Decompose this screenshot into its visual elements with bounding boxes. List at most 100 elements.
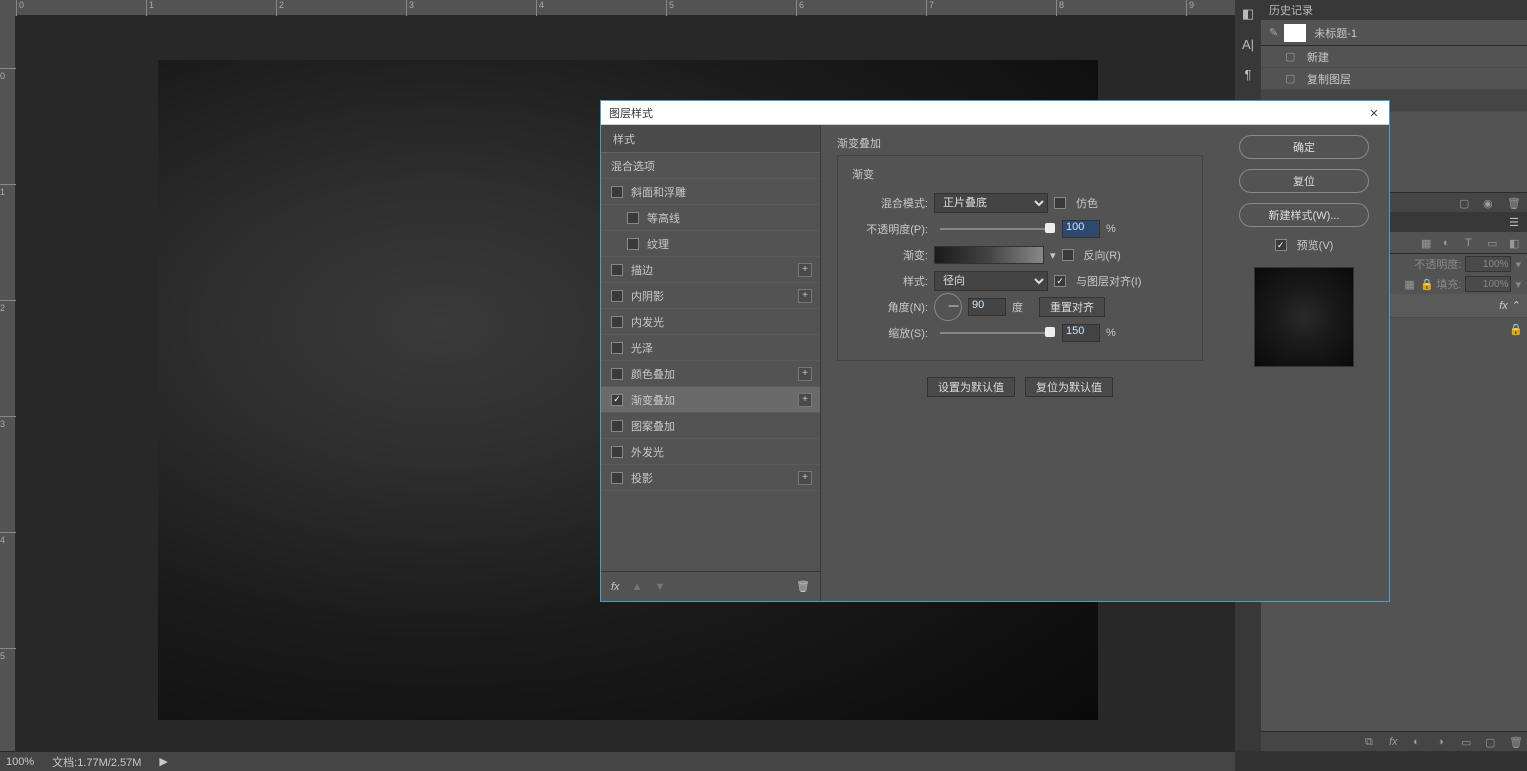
style-row-10[interactable]: 外发光 (601, 439, 820, 465)
blending-options-row[interactable]: 混合选项 (601, 153, 820, 179)
style-checkbox[interactable] (627, 212, 639, 224)
style-row-8[interactable]: ✓渐变叠加+ (601, 387, 820, 413)
doc-info[interactable]: 文档:1.77M/2.57M (52, 754, 141, 770)
fx-icon[interactable]: fx (611, 581, 620, 593)
reset-align-button[interactable]: 重置对齐 (1039, 297, 1105, 317)
up-arrow-icon[interactable]: ▲ (632, 581, 643, 593)
style-checkbox[interactable] (611, 446, 623, 458)
style-label: 内阴影 (631, 288, 664, 304)
style-checkbox[interactable] (611, 472, 623, 484)
opacity-label: 不透明度(P): (852, 221, 928, 237)
gradient-style-select[interactable]: 径向 (934, 271, 1048, 291)
style-label: 内发光 (631, 314, 664, 330)
lock-icon[interactable]: 🔒 (1509, 323, 1521, 335)
filter-adjust-icon[interactable]: ◐ (1443, 237, 1455, 249)
filter-smart-icon[interactable]: ◧ (1509, 237, 1521, 249)
filter-pixel-icon[interactable]: ▦ (1421, 237, 1433, 249)
add-effect-icon[interactable]: + (798, 367, 812, 381)
style-checkbox[interactable] (611, 290, 623, 302)
dropdown-icon[interactable]: ▾ (1050, 249, 1056, 262)
cube-3d-icon[interactable]: ◧ (1240, 6, 1256, 22)
set-default-button[interactable]: 设置为默认值 (927, 377, 1015, 397)
style-checkbox[interactable] (627, 238, 639, 250)
status-bar: 100% 文档:1.77M/2.57M ▶ (0, 751, 1235, 771)
add-effect-icon[interactable]: + (798, 471, 812, 485)
style-row-9[interactable]: 图案叠加 (601, 413, 820, 439)
link-icon[interactable]: ⧉ (1365, 736, 1377, 748)
zoom-display[interactable]: 100% (6, 756, 34, 768)
angle-dial[interactable] (934, 293, 962, 321)
trash-icon[interactable]: 🗑 (1507, 197, 1519, 209)
trash-icon[interactable]: 🗑 (1509, 736, 1521, 748)
dropdown-icon[interactable]: ▾ (1515, 278, 1521, 291)
char-panel-icon[interactable]: A| (1240, 36, 1256, 52)
style-row-5[interactable]: 内发光 (601, 309, 820, 335)
lock-icon[interactable]: 🔒 (1420, 278, 1432, 290)
blend-mode-select[interactable]: 正片叠底 (934, 193, 1048, 213)
style-row-4[interactable]: 内阴影 + (601, 283, 820, 309)
add-effect-icon[interactable]: + (798, 393, 812, 407)
add-effect-icon[interactable]: + (798, 289, 812, 303)
scale-slider[interactable] (940, 332, 1050, 334)
fx-icon[interactable]: fx (1389, 736, 1401, 748)
new-layer-icon[interactable]: ▢ (1485, 736, 1497, 748)
scale-input[interactable]: 150 (1062, 324, 1100, 342)
panel-menu-icon[interactable]: ☰ (1509, 216, 1519, 229)
style-row-6[interactable]: 光泽 (601, 335, 820, 361)
opacity-input[interactable]: 100% (1465, 256, 1511, 272)
opacity-slider[interactable] (940, 228, 1050, 230)
new-style-button[interactable]: 新建样式(W)... (1239, 203, 1369, 227)
style-row-2[interactable]: 纹理 (601, 231, 820, 257)
style-row-11[interactable]: 投影+ (601, 465, 820, 491)
dither-checkbox[interactable] (1054, 197, 1066, 209)
history-item[interactable]: ▢ 新建 (1261, 46, 1527, 68)
group-icon[interactable]: ▭ (1461, 736, 1473, 748)
angle-input[interactable]: 90 (968, 298, 1006, 316)
add-effect-icon[interactable]: + (798, 263, 812, 277)
align-checkbox[interactable]: ✓ (1054, 275, 1066, 287)
reverse-checkbox[interactable] (1062, 249, 1074, 261)
create-doc-icon[interactable]: ▢ (1459, 197, 1471, 209)
filter-type-icon[interactable]: T (1465, 237, 1477, 249)
style-checkbox[interactable] (611, 316, 623, 328)
trash-icon[interactable]: 🗑 (796, 580, 810, 593)
style-row-1[interactable]: 等高线 (601, 205, 820, 231)
dropdown-icon[interactable]: ▾ (1515, 258, 1521, 271)
adjust-icon[interactable]: ◑ (1437, 736, 1449, 748)
reset-default-button[interactable]: 复位为默认值 (1025, 377, 1113, 397)
ok-button[interactable]: 确定 (1239, 135, 1369, 159)
styles-header[interactable]: 样式 (601, 125, 820, 153)
lock-icon[interactable]: ▦ (1404, 278, 1416, 290)
style-checkbox[interactable] (611, 264, 623, 276)
fill-label: 填充: (1436, 276, 1461, 292)
brush-icon: ✎ (1269, 26, 1278, 39)
style-checkbox[interactable] (611, 420, 623, 432)
style-checkbox[interactable] (611, 186, 623, 198)
camera-icon[interactable]: ◉ (1483, 197, 1495, 209)
fill-input[interactable]: 100% (1465, 276, 1511, 292)
mask-icon[interactable]: ◐ (1413, 736, 1425, 748)
style-row-0[interactable]: 斜面和浮雕 (601, 179, 820, 205)
history-item[interactable]: ▢ 复制图层 (1261, 68, 1527, 90)
close-icon[interactable]: ✕ (1365, 104, 1383, 122)
gradient-picker[interactable] (934, 246, 1044, 264)
fx-badge[interactable]: fx (1499, 300, 1508, 312)
doc-title: 未标题-1 (1314, 25, 1357, 41)
style-label: 外发光 (631, 444, 664, 460)
preview-checkbox[interactable]: ✓ (1275, 239, 1287, 251)
history-tab[interactable]: 历史记录 (1261, 0, 1527, 20)
opacity-input[interactable]: 100 (1062, 220, 1100, 238)
paragraph-panel-icon[interactable]: ¶ (1240, 66, 1256, 82)
document-header[interactable]: ✎ 未标题-1 (1261, 20, 1527, 46)
dialog-titlebar[interactable]: 图层样式 ✕ (601, 101, 1389, 125)
style-checkbox[interactable]: ✓ (611, 394, 623, 406)
style-row-3[interactable]: 描边+ (601, 257, 820, 283)
filter-shape-icon[interactable]: ▭ (1487, 237, 1499, 249)
caret-icon[interactable]: ⌃ (1512, 299, 1521, 312)
down-arrow-icon[interactable]: ▼ (654, 581, 665, 593)
style-checkbox[interactable] (611, 342, 623, 354)
cancel-button[interactable]: 复位 (1239, 169, 1369, 193)
style-checkbox[interactable] (611, 368, 623, 380)
style-row-7[interactable]: 颜色叠加+ (601, 361, 820, 387)
expand-icon[interactable]: ▶ (159, 755, 167, 768)
